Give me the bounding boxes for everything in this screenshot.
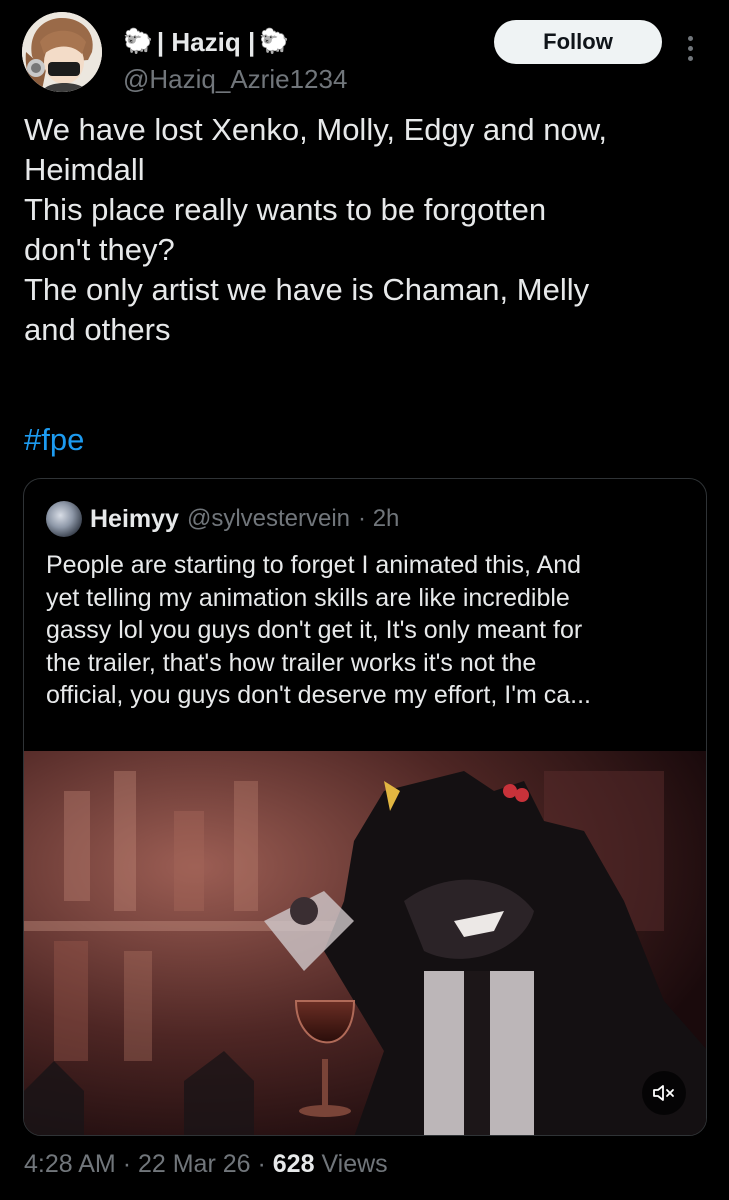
author-handle[interactable]: @Haziq_Azrie1234: [123, 64, 347, 95]
tweet-metadata: 4:28 AM · 22 Mar 26 · 628 Views: [24, 1150, 388, 1179]
video-frame-image: [24, 751, 706, 1135]
quoted-text-line: People are starting to forget I animated…: [46, 551, 582, 579]
author-avatar[interactable]: [22, 12, 102, 92]
sheep-icon: 🐑: [123, 28, 153, 55]
follow-button[interactable]: Follow: [494, 20, 662, 64]
meta-separator: ·: [257, 1150, 266, 1178]
views-label: Views: [321, 1150, 388, 1178]
quoted-tweet[interactable]: Heimyy @sylvestervein · 2h People are st…: [23, 478, 707, 1136]
tweet-header: 🐑 | Haziq | 🐑 @Haziq_Azrie1234 Follow: [22, 12, 729, 95]
tweet-time[interactable]: 4:28 AM: [24, 1150, 116, 1178]
quoted-author-avatar: [46, 501, 82, 537]
tweet-date[interactable]: 22 Mar 26: [138, 1150, 251, 1178]
author-name-row[interactable]: 🐑 | Haziq | 🐑: [123, 24, 289, 60]
tweet-text-line: The only artist we have is Chaman, Melly: [24, 272, 590, 307]
tweet-text: We have lost Xenko, Molly, Edgy and now,…: [24, 110, 714, 350]
quoted-tweet-time: · 2h: [358, 505, 400, 532]
tweet-text-line: and others: [24, 312, 171, 347]
sheep-icon: 🐑: [259, 28, 290, 55]
author-display-name: | Haziq |: [156, 26, 256, 57]
quoted-text-line: yet telling my animation skills are like…: [46, 583, 570, 612]
hashtag-link[interactable]: #fpe: [24, 422, 84, 458]
tweet-page: 🐑 | Haziq | 🐑 @Haziq_Azrie1234 Follow We…: [0, 0, 729, 1200]
tweet-text-line: This place really wants to be forgotten: [24, 192, 547, 227]
user-avatar-icon: [22, 12, 102, 92]
quoted-text-line: gassy lol you guys don't get it, It's on…: [46, 616, 583, 644]
quoted-tweet-header: Heimyy @sylvestervein · 2h: [46, 501, 399, 537]
more-vertical-icon[interactable]: [678, 30, 702, 66]
quoted-tweet-text: People are starting to forget I animated…: [46, 549, 696, 712]
speaker-muted-icon[interactable]: [642, 1071, 686, 1115]
quoted-text-line: official, you guys don't deserve my effo…: [46, 681, 591, 709]
quoted-author-handle: @sylvestervein: [186, 505, 351, 532]
tweet-text-line: We have lost Xenko, Molly, Edgy and now,: [24, 112, 608, 147]
tweet-text-line: Heimdall: [24, 152, 145, 187]
quoted-text-line: the trailer, that's how trailer works it…: [46, 648, 537, 677]
views-count: 628: [272, 1150, 315, 1178]
meta-separator: ·: [122, 1150, 132, 1178]
video-thumbnail[interactable]: [24, 751, 706, 1135]
quoted-author-name: Heimyy: [90, 504, 179, 533]
speaker-muted-glyph: [653, 1085, 674, 1101]
tweet-text-line: don't they?: [24, 232, 175, 267]
